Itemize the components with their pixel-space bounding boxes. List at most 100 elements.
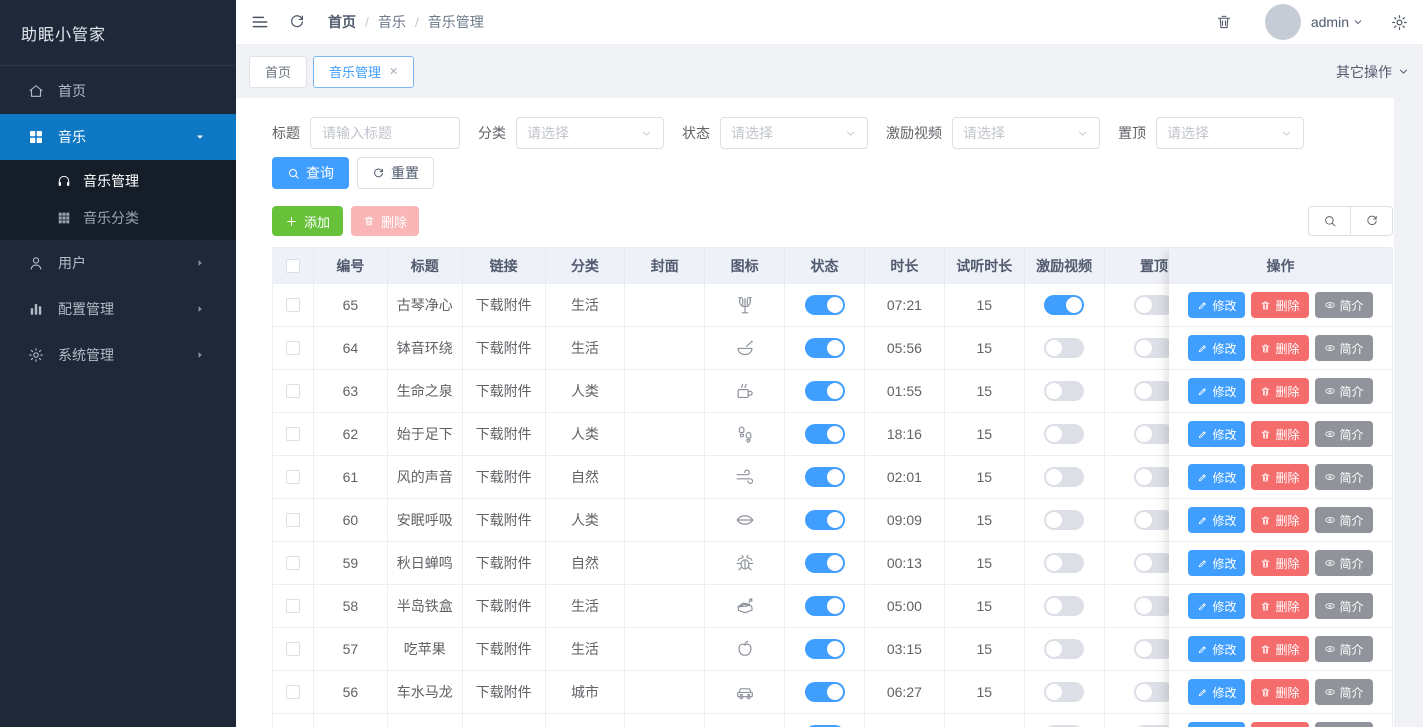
top-toggle[interactable] [1134,596,1174,616]
row-checkbox[interactable] [286,341,300,355]
row-delete-button[interactable]: 删除 [1251,335,1308,361]
row-delete-button[interactable]: 删除 [1251,292,1308,318]
download-attachment-link[interactable]: 下载附件 [476,682,532,702]
download-attachment-link[interactable]: 下载附件 [476,639,532,659]
status-toggle[interactable] [805,338,845,358]
incentive-video-toggle[interactable] [1044,639,1084,659]
sidebar-item-music[interactable]: 音乐 [0,114,236,160]
download-attachment-link[interactable]: 下载附件 [476,295,532,315]
row-delete-button[interactable]: 删除 [1251,722,1308,727]
top-toggle[interactable] [1134,553,1174,573]
status-toggle[interactable] [805,596,845,616]
download-attachment-link[interactable]: 下载附件 [476,596,532,616]
top-toggle[interactable] [1134,682,1174,702]
intro-button[interactable]: 简介 [1315,507,1373,533]
edit-button[interactable]: 修改 [1188,550,1245,576]
status-toggle[interactable] [805,682,845,702]
incentive-video-toggle[interactable] [1044,596,1084,616]
incentive-video-toggle[interactable] [1044,424,1084,444]
row-delete-button[interactable]: 删除 [1251,593,1308,619]
edit-button[interactable]: 修改 [1188,679,1245,705]
status-select[interactable]: 请选择 [720,117,868,149]
top-select[interactable]: 请选择 [1156,117,1304,149]
incentive-video-toggle[interactable] [1044,338,1084,358]
incentive-video-toggle[interactable] [1044,510,1084,530]
category-select[interactable]: 请选择 [516,117,664,149]
incentive-video-toggle[interactable] [1044,295,1084,315]
intro-button[interactable]: 简介 [1315,421,1373,447]
incentive-video-toggle[interactable] [1044,682,1084,702]
sidebar-item-music-manage[interactable]: 音乐管理 [0,162,236,199]
intro-button[interactable]: 简介 [1315,292,1373,318]
intro-button[interactable]: 简介 [1315,550,1373,576]
intro-button[interactable]: 简介 [1315,378,1373,404]
row-delete-button[interactable]: 删除 [1251,507,1308,533]
title-input[interactable] [310,117,460,149]
avatar[interactable] [1265,4,1301,40]
download-attachment-link[interactable]: 下载附件 [476,553,532,573]
row-checkbox[interactable] [286,685,300,699]
add-button[interactable]: 添加 [272,206,343,236]
download-attachment-link[interactable]: 下载附件 [476,510,532,530]
intro-button[interactable]: 简介 [1315,335,1373,361]
sidebar-item-config[interactable]: 配置管理 [0,286,236,332]
intro-button[interactable]: 简介 [1315,464,1373,490]
edit-button[interactable]: 修改 [1188,464,1245,490]
edit-button[interactable]: 修改 [1188,292,1245,318]
edit-button[interactable]: 修改 [1188,378,1245,404]
row-checkbox[interactable] [286,427,300,441]
top-toggle[interactable] [1134,381,1174,401]
user-dropdown[interactable]: admin [1311,14,1364,30]
search-button[interactable]: 查询 [272,157,349,189]
reset-button[interactable]: 重置 [357,157,434,189]
row-checkbox[interactable] [286,556,300,570]
incentive-video-toggle[interactable] [1044,553,1084,573]
refresh-icon[interactable] [288,13,306,31]
breadcrumb-home[interactable]: 首页 [328,12,356,32]
edit-button[interactable]: 修改 [1188,507,1245,533]
sidebar-item-system[interactable]: 系统管理 [0,332,236,378]
intro-button[interactable]: 简介 [1315,722,1373,727]
status-toggle[interactable] [805,553,845,573]
incentive-video-toggle[interactable] [1044,381,1084,401]
intro-button[interactable]: 简介 [1315,593,1373,619]
trash-icon[interactable] [1215,13,1233,31]
delete-button[interactable]: 删除 [351,206,419,236]
table-refresh-button[interactable] [1350,206,1393,236]
row-checkbox[interactable] [286,384,300,398]
edit-button[interactable]: 修改 [1188,722,1245,727]
top-toggle[interactable] [1134,295,1174,315]
menu-fold-icon[interactable] [250,12,270,32]
sidebar-item-music-category[interactable]: 音乐分类 [0,199,236,236]
sidebar-item-users[interactable]: 用户 [0,240,236,286]
sidebar-item-home[interactable]: 首页 [0,68,236,114]
row-delete-button[interactable]: 删除 [1251,378,1308,404]
select-all-checkbox[interactable] [286,259,300,273]
row-delete-button[interactable]: 删除 [1251,679,1308,705]
breadcrumb-music-manage[interactable]: 音乐管理 [428,12,484,32]
top-toggle[interactable] [1134,424,1174,444]
top-toggle[interactable] [1134,467,1174,487]
status-toggle[interactable] [805,295,845,315]
download-attachment-link[interactable]: 下载附件 [476,338,532,358]
status-toggle[interactable] [805,639,845,659]
row-delete-button[interactable]: 删除 [1251,636,1308,662]
tab-home[interactable]: 首页 [249,56,307,88]
row-delete-button[interactable]: 删除 [1251,464,1308,490]
download-attachment-link[interactable]: 下载附件 [476,381,532,401]
edit-button[interactable]: 修改 [1188,593,1245,619]
settings-gear-icon[interactable] [1390,13,1409,32]
status-toggle[interactable] [805,510,845,530]
edit-button[interactable]: 修改 [1188,421,1245,447]
status-toggle[interactable] [805,467,845,487]
incentive-video-toggle[interactable] [1044,467,1084,487]
breadcrumb-music[interactable]: 音乐 [378,12,406,32]
row-checkbox[interactable] [286,298,300,312]
edit-button[interactable]: 修改 [1188,335,1245,361]
row-checkbox[interactable] [286,642,300,656]
status-toggle[interactable] [805,381,845,401]
row-delete-button[interactable]: 删除 [1251,421,1308,447]
row-checkbox[interactable] [286,599,300,613]
download-attachment-link[interactable]: 下载附件 [476,467,532,487]
edit-button[interactable]: 修改 [1188,636,1245,662]
